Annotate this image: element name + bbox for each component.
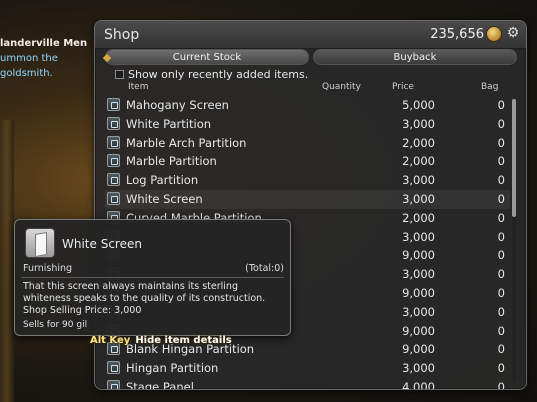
item-price: 3,000 bbox=[402, 304, 435, 319]
item-bag-count: 0 bbox=[497, 191, 505, 206]
item-name: Marble Partition bbox=[126, 154, 217, 169]
npc-subtitle-text: ummon the goldsmith. bbox=[0, 53, 58, 79]
tab-label: Current Stock bbox=[172, 52, 242, 63]
hide-details-hint: Alt Key Hide item details bbox=[90, 335, 232, 346]
filter-label: Show only recently added items. bbox=[128, 68, 309, 81]
shop-tabs: Current Stock Buyback bbox=[102, 49, 519, 65]
item-name: Stage Panel bbox=[126, 379, 194, 390]
item-name: Marble Arch Partition bbox=[126, 135, 247, 150]
hint-action: Hide item details bbox=[135, 335, 232, 346]
list-item[interactable]: Hingan Partition 3,000 0 bbox=[105, 359, 510, 378]
list-item[interactable]: White Screen 3,000 0 bbox=[105, 189, 510, 209]
item-icon bbox=[107, 173, 120, 187]
item-price: 3,000 bbox=[402, 361, 435, 376]
list-item[interactable]: Mahogany Screen 5,000 0 bbox=[105, 96, 510, 115]
gil-amount: 235,656 bbox=[430, 27, 484, 42]
list-item[interactable]: White Partition 3,000 0 bbox=[105, 115, 510, 134]
tooltip-description: That this screen always maintains its st… bbox=[23, 281, 266, 304]
screen-item-icon bbox=[25, 228, 55, 258]
settings-icon[interactable]: ⚙ bbox=[505, 25, 521, 41]
shop-titlebar[interactable]: Shop 235,656 ⚙ bbox=[95, 21, 526, 49]
column-header-quantity[interactable]: Quantity bbox=[322, 82, 361, 92]
list-item[interactable]: Stage Panel 4,000 0 bbox=[105, 378, 510, 390]
item-price: 9,000 bbox=[402, 342, 435, 357]
item-icon bbox=[107, 154, 120, 168]
item-icon bbox=[107, 191, 120, 205]
scrollbar-thumb[interactable] bbox=[512, 99, 516, 217]
list-item[interactable]: Marble Partition 2,000 0 bbox=[105, 152, 510, 171]
item-bag-count: 0 bbox=[497, 342, 505, 357]
item-icon bbox=[107, 379, 120, 389]
item-price: 3,000 bbox=[402, 229, 435, 244]
item-bag-count: 0 bbox=[497, 210, 505, 225]
gil-coin-icon bbox=[486, 26, 502, 42]
npc-name-text: landerville Men bbox=[0, 38, 88, 49]
tab-label: Buyback bbox=[393, 52, 437, 63]
item-bag-count: 0 bbox=[497, 98, 505, 112]
item-name: Mahogany Screen bbox=[126, 98, 229, 112]
item-name: White Screen bbox=[126, 191, 203, 206]
tab-current-stock[interactable]: Current Stock bbox=[102, 49, 309, 65]
item-bag-count: 0 bbox=[497, 285, 505, 300]
item-price: 9,000 bbox=[402, 248, 435, 263]
item-price: 3,000 bbox=[402, 267, 435, 282]
item-price: 3,000 bbox=[402, 173, 435, 188]
recent-items-filter[interactable]: Show only recently added items. bbox=[115, 68, 308, 81]
item-price: 2,000 bbox=[402, 210, 435, 225]
item-price: 3,000 bbox=[402, 116, 435, 131]
item-list-scrollbar[interactable] bbox=[512, 99, 516, 383]
item-price: 9,000 bbox=[402, 323, 435, 338]
list-item[interactable]: Marble Arch Partition 2,000 0 bbox=[105, 134, 510, 153]
tab-buyback[interactable]: Buyback bbox=[313, 49, 517, 65]
item-name: Log Partition bbox=[126, 173, 199, 188]
list-item[interactable]: Log Partition 3,000 0 bbox=[105, 171, 510, 190]
item-bag-count: 0 bbox=[497, 323, 505, 338]
tooltip-total: (Total:0) bbox=[245, 263, 284, 274]
background-text: landerville Men ummon the goldsmith. bbox=[0, 36, 100, 81]
item-tooltip: White Screen Furnishing (Total:0) That t… bbox=[14, 219, 291, 336]
item-bag-count: 0 bbox=[497, 135, 505, 150]
column-header-item[interactable]: Item bbox=[128, 82, 149, 92]
item-price: 9,000 bbox=[402, 285, 435, 300]
active-tab-marker-icon bbox=[102, 53, 112, 63]
tooltip-sell-value: Sells for 90 gil bbox=[23, 320, 88, 330]
tooltip-selling-price: Shop Selling Price: 3,000 bbox=[23, 305, 142, 316]
background-pillar bbox=[0, 120, 14, 402]
item-bag-count: 0 bbox=[497, 304, 505, 319]
tooltip-divider bbox=[21, 277, 284, 278]
item-icon bbox=[107, 361, 120, 375]
item-icon bbox=[107, 116, 120, 130]
item-bag-count: 0 bbox=[497, 361, 505, 376]
item-bag-count: 0 bbox=[497, 248, 505, 263]
item-icon bbox=[107, 98, 120, 111]
item-price: 3,000 bbox=[402, 191, 435, 206]
item-price: 5,000 bbox=[402, 98, 435, 112]
item-price: 4,000 bbox=[402, 379, 435, 390]
item-name: White Partition bbox=[126, 116, 212, 131]
item-icon bbox=[107, 135, 120, 149]
tooltip-category: Furnishing bbox=[23, 263, 73, 274]
item-price: 2,000 bbox=[402, 135, 435, 150]
item-price: 2,000 bbox=[402, 154, 435, 169]
shop-title: Shop bbox=[104, 27, 140, 43]
item-name: Hingan Partition bbox=[126, 361, 219, 376]
tooltip-item-name: White Screen bbox=[62, 237, 142, 251]
item-bag-count: 0 bbox=[497, 267, 505, 282]
item-bag-count: 0 bbox=[497, 379, 505, 390]
item-bag-count: 0 bbox=[497, 229, 505, 244]
filter-checkbox[interactable] bbox=[115, 70, 124, 79]
item-bag-count: 0 bbox=[497, 154, 505, 169]
hint-key: Alt Key bbox=[90, 335, 131, 346]
item-bag-count: 0 bbox=[497, 173, 505, 188]
column-header-price[interactable]: Price bbox=[392, 82, 414, 92]
column-header-bag[interactable]: Bag bbox=[481, 82, 498, 92]
item-bag-count: 0 bbox=[497, 116, 505, 131]
